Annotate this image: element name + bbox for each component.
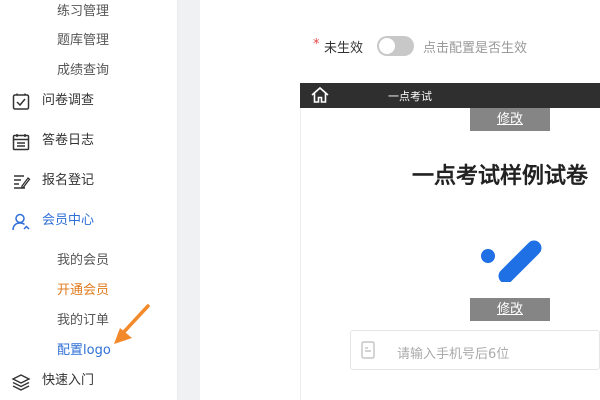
sidebar-item-label: 会员中心 — [42, 213, 95, 228]
required-mark: * — [313, 37, 320, 52]
sidebar-item-label: 报名登记 — [42, 173, 95, 188]
logo-enable-toggle[interactable] — [377, 36, 414, 56]
sidebar-item-registration[interactable]: 报名登记 — [0, 161, 178, 201]
log-icon — [12, 134, 30, 151]
sidebar-item-member-center[interactable]: 会员中心 — [0, 201, 178, 241]
edit-title-label: 修改 — [496, 112, 523, 127]
toggle-status-label: 未生效 — [324, 41, 364, 56]
edit-logo-button[interactable]: 修改 — [470, 298, 550, 321]
toggle-hint: 点击配置是否生效 — [423, 41, 528, 56]
sidebar-item-open-membership[interactable]: 开通会员 — [57, 279, 109, 298]
exam-title: 一点考试样例试卷 — [412, 164, 589, 189]
sidebar-item-answer-log[interactable]: 答卷日志 — [0, 121, 178, 161]
sidebar-item-my-membership[interactable]: 我的会员 — [57, 249, 109, 268]
preview-header-title: 一点考试 — [388, 90, 432, 103]
phone-input-placeholder: 请输入手机号后6位 — [397, 347, 510, 362]
registration-icon — [14, 175, 31, 189]
content-gutter — [178, 0, 200, 400]
arrow-pointer-icon — [114, 304, 150, 344]
sidebar-item-configure-logo[interactable]: 配置logo — [57, 339, 111, 358]
member-icon — [12, 213, 30, 231]
survey-icon — [12, 93, 30, 110]
sidebar-item-question-bank[interactable]: 题库管理 — [57, 29, 109, 48]
edit-logo-label: 修改 — [496, 302, 523, 317]
phone-icon — [361, 341, 375, 359]
edit-title-button[interactable]: 修改 — [470, 108, 550, 131]
sidebar-item-label: 问卷调查 — [42, 93, 95, 108]
phone-input[interactable]: 请输入手机号后6位 — [350, 330, 600, 370]
sidebar-item-survey[interactable]: 问卷调查 — [0, 81, 178, 121]
app-logo — [481, 240, 542, 282]
sidebar-item-practice[interactable]: 练习管理 — [57, 0, 109, 19]
sidebar-item-label: 答卷日志 — [42, 133, 95, 148]
sidebar-item-label: 快速入门 — [42, 373, 95, 388]
sidebar-item-quick-start[interactable]: 快速入门 — [0, 361, 178, 400]
sidebar-item-my-orders[interactable]: 我的订单 — [57, 309, 109, 328]
toggle-knob — [379, 38, 395, 54]
layers-icon — [11, 374, 31, 391]
sidebar-item-scores[interactable]: 成绩查询 — [57, 59, 109, 78]
